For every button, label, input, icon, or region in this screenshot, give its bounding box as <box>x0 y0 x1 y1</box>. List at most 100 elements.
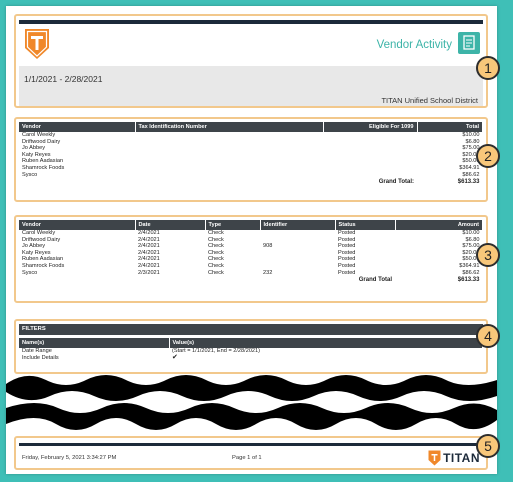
cell-vendor: Shamrock Foods <box>22 262 65 269</box>
table-row: Katy Reyes 2/4/2021 Check Posted $20.00 <box>19 250 483 257</box>
cell-amount: $364.91 <box>459 262 480 269</box>
filters-title: FILTERS <box>19 324 483 335</box>
cell-amount: $50.00 <box>462 256 480 263</box>
cell-amount: $6.80 <box>465 236 480 243</box>
cell-vendor: Katy Reyes <box>22 249 51 256</box>
cell-vendor: Driftwood Dairy <box>22 138 61 145</box>
col-vendor: Vendor <box>19 122 136 132</box>
vendor-summary-section: Vendor Tax Identification Number Eligibl… <box>14 117 488 202</box>
report-header-section: Vendor Activity 1/1/2021 - 2/28/2021 TIT… <box>14 14 488 108</box>
table-row: Driftwood Dairy $6.80 <box>19 139 483 146</box>
cell-total: $6.80 <box>465 138 480 145</box>
footer-logo: TITAN <box>428 450 480 466</box>
vendor-detail-table: Vendor Date Type Identifier Status Amoun… <box>19 220 483 285</box>
cell-type: Check <box>208 236 224 243</box>
cell-vendor: Ruben Aadasian <box>22 256 64 263</box>
callout-3: 3 <box>476 243 500 267</box>
cell-date: 2/4/2021 <box>138 236 160 243</box>
filter-name: Date Range <box>22 348 52 354</box>
cell-total: $75.00 <box>462 145 480 152</box>
district-name: TITAN Unified School District <box>381 96 478 105</box>
cell-vendor: Carol Weekly <box>22 230 56 236</box>
col-total: Total <box>417 122 483 132</box>
cell-type: Check <box>208 243 224 250</box>
cell-vendor: Sysco <box>22 171 38 178</box>
table-row: Jo Abbey $75.00 <box>19 145 483 152</box>
filters-section: FILTERS Name(s) Value(s) Date Range (Star… <box>14 319 488 374</box>
page-number: Page 1 of 1 <box>232 455 262 461</box>
cell-vendor: Jo Abbey <box>22 145 46 152</box>
table-row: Include Details ✔ <box>19 354 483 362</box>
cell-amount: $86.62 <box>462 269 480 276</box>
table-row: Katy Reyes $20.00 <box>19 152 483 159</box>
cell-amount: $20.00 <box>462 249 480 256</box>
grand-total-value: $613.33 <box>457 277 480 284</box>
cell-date: 2/4/2021 <box>138 230 160 236</box>
cell-status: Posted <box>338 249 356 256</box>
cell-type: Check <box>208 256 224 263</box>
cell-total: $364.91 <box>459 164 480 171</box>
col-status: Status <box>335 220 396 230</box>
table-row: Carol Weekly 2/4/2021 Check Posted $10.00 <box>19 230 483 237</box>
grand-total-row: Grand Total $613.33 <box>19 276 483 285</box>
cell-identifier <box>260 230 335 237</box>
cell-status: Posted <box>338 236 356 243</box>
table-row: Jo Abbey 2/4/2021 Check 908 Posted $75.00 <box>19 243 483 250</box>
table-row: Driftwood Dairy 2/4/2021 Check Posted $6.80 <box>19 237 483 244</box>
cell-total: $10.00 <box>462 132 480 138</box>
cell-type: Check <box>208 269 224 276</box>
cell-status: Posted <box>338 256 356 263</box>
col-tax-id: Tax Identification Number <box>135 122 324 132</box>
col-identifier: Identifier <box>260 220 336 230</box>
grand-total-label: Grand Total <box>358 277 392 284</box>
cell-amount: $10.00 <box>462 230 480 236</box>
cell-date: 2/4/2021 <box>138 262 160 269</box>
cell-vendor: Jo Abbey <box>22 243 46 250</box>
cell-identifier <box>260 256 335 263</box>
document-icon <box>458 32 480 54</box>
table-row: Sysco 2/3/2021 Check 232 Posted $86.62 <box>19 270 483 277</box>
cell-amount: $75.00 <box>462 243 480 250</box>
grand-total-value: $613.33 <box>457 179 480 186</box>
table-row: Carol Weekly $10.00 <box>19 132 483 139</box>
print-timestamp: Friday, February 5, 2021 3:34:27 PM <box>22 455 117 461</box>
cell-date: 2/4/2021 <box>138 249 160 256</box>
table-row: Shamrock Foods 2/4/2021 Check Posted $364.91 <box>19 263 483 270</box>
cell-status: Posted <box>338 243 356 250</box>
cell-vendor: Ruben Aadasian <box>22 158 64 165</box>
titan-logo-icon <box>25 29 49 59</box>
table-row: Ruben Aadasian 2/4/2021 Check Posted $50.00 <box>19 256 483 263</box>
table-row: Ruben Aadasian $50.00 <box>19 158 483 165</box>
cell-status: Posted <box>338 230 356 236</box>
callout-4: 4 <box>476 324 500 348</box>
filter-value: (Start = 1/1/2021, End = 2/28/2021) <box>172 348 261 354</box>
titan-logo-icon <box>428 450 441 466</box>
cell-total: $86.62 <box>462 171 480 178</box>
callout-5: 5 <box>476 434 500 458</box>
cell-identifier <box>260 263 335 270</box>
cell-identifier: 232 <box>263 269 273 276</box>
filter-name: Include Details <box>22 354 59 361</box>
cell-date: 2/4/2021 <box>138 243 160 250</box>
report-footer-section: Friday, February 5, 2021 3:34:27 PM Page… <box>14 436 488 470</box>
grand-total-row: Grand Total: $613.33 <box>19 178 483 187</box>
vendor-detail-section: Vendor Date Type Identifier Status Amoun… <box>14 215 488 303</box>
cell-identifier <box>260 250 335 257</box>
cell-status: Posted <box>338 262 356 269</box>
callout-2: 2 <box>476 144 500 168</box>
table-row: Shamrock Foods $364.91 <box>19 165 483 172</box>
page-break-wave <box>6 375 497 430</box>
titan-wordmark: TITAN <box>443 451 480 465</box>
cell-vendor: Katy Reyes <box>22 151 51 158</box>
cell-type: Check <box>208 249 224 256</box>
callout-1: 1 <box>476 56 500 80</box>
col-amount: Amount <box>395 220 483 230</box>
cell-total: $20.00 <box>462 151 480 158</box>
table-row: Date Range (Start = 1/1/2021, End = 2/28/… <box>19 348 483 355</box>
header-rule <box>19 20 483 24</box>
cell-status: Posted <box>338 269 356 276</box>
table-row: Sysco $86.62 <box>19 172 483 179</box>
cell-identifier: 908 <box>263 243 273 250</box>
cell-identifier <box>260 237 335 244</box>
col-eligible-1099: Eligible For 1099 <box>323 122 418 132</box>
